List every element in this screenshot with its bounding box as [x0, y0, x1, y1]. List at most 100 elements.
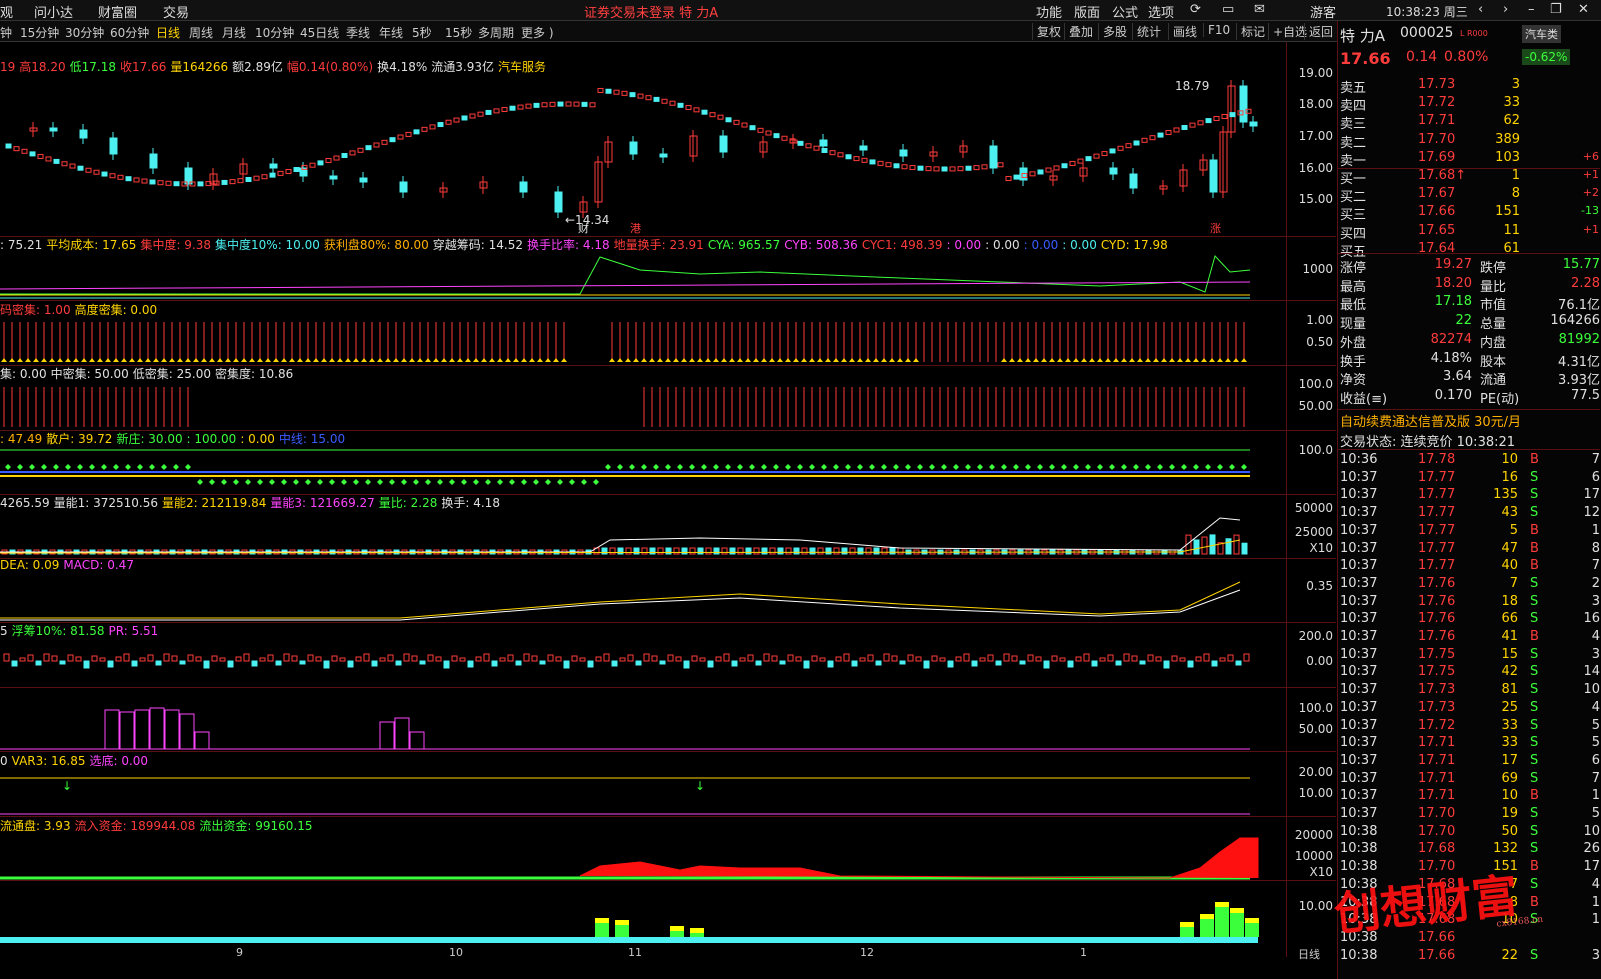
menu-item[interactable]: 公式	[1112, 2, 1138, 21]
menu-item[interactable]: 选项	[1148, 2, 1174, 21]
tick-price: 17.68	[1418, 841, 1455, 856]
axis-label: 25000	[1295, 525, 1333, 539]
dense-marker	[905, 358, 911, 362]
retail-dot	[485, 479, 491, 485]
lock-icon[interactable]: ▭	[1222, 2, 1234, 17]
retail-dot	[197, 479, 203, 485]
tool-button[interactable]: 标记	[1236, 23, 1265, 40]
period-tab[interactable]: 5秒	[412, 24, 432, 41]
panel-divider	[0, 687, 1336, 688]
tick-side: S	[1530, 487, 1538, 502]
forward-icon[interactable]: ›	[1503, 2, 1508, 17]
menu-item[interactable]: 功能	[1036, 2, 1062, 21]
user-label[interactable]: 游客	[1310, 2, 1336, 21]
candlestick	[814, 146, 819, 150]
float-bar	[20, 658, 25, 661]
candlestick	[558, 102, 563, 106]
orderbook-row[interactable]: 卖五 17.73 3	[1340, 77, 1600, 95]
trade-status: 交易状态: 连续竞价 10:38:21	[1340, 431, 1600, 449]
period-tab[interactable]: 更多 )	[521, 24, 554, 41]
float-bar	[76, 657, 81, 661]
date-axis-mode[interactable]: 日线	[1298, 946, 1320, 962]
tick-price: 17.72	[1418, 718, 1455, 733]
period-tab[interactable]: 60分钟	[110, 24, 149, 41]
tool-button[interactable]: 画线	[1168, 23, 1197, 40]
tool-button[interactable]: 复权	[1032, 23, 1061, 40]
candlestick	[734, 120, 739, 124]
minimize-icon[interactable]: –	[1528, 2, 1535, 17]
date-tick: 11	[628, 946, 642, 959]
float-bar	[772, 656, 777, 661]
dense-marker	[329, 358, 335, 362]
box-bar	[410, 732, 424, 749]
period-tab[interactable]: 30分钟	[65, 24, 104, 41]
period-tab[interactable]: 15秒	[445, 24, 472, 41]
menu-item[interactable]: 问小达	[34, 2, 73, 21]
quote-label: 市值	[1480, 294, 1506, 313]
mail-icon[interactable]: ✉	[1254, 2, 1265, 17]
sector-tag[interactable]: 汽车类	[1522, 25, 1561, 43]
dense-marker	[209, 358, 215, 362]
buy-arrow: ↓	[695, 779, 705, 793]
tick-count: 10	[1556, 824, 1600, 839]
tool-button[interactable]: F10	[1203, 23, 1230, 37]
period-tab[interactable]: 季线	[346, 24, 370, 41]
dense-marker	[257, 358, 263, 362]
back-icon[interactable]: ‹	[1478, 2, 1483, 17]
tool-button[interactable]: 多股	[1098, 23, 1127, 40]
period-tab[interactable]: 日线	[156, 24, 180, 41]
period-tab[interactable]: 年线	[379, 24, 403, 41]
orderbook-row[interactable]: 卖一 17.69 103 +6	[1340, 150, 1600, 168]
candlestick	[80, 130, 87, 138]
tool-button[interactable]: 统计	[1132, 23, 1161, 40]
dense-marker	[505, 358, 511, 362]
candlestick	[238, 179, 243, 183]
candlestick	[670, 101, 675, 105]
orderbook-row[interactable]: 卖二 17.70 389	[1340, 132, 1600, 150]
dense-marker	[1097, 358, 1103, 362]
candlestick	[742, 123, 747, 127]
dense-marker	[1177, 358, 1183, 362]
tool-button[interactable]: +自选	[1268, 23, 1307, 40]
tick-volume: 16	[1480, 470, 1518, 485]
menu-item[interactable]: 财富圈	[98, 2, 137, 21]
orderbook-row[interactable]: 卖三 17.71 62	[1340, 113, 1600, 131]
orderbook-row[interactable]: 卖四 17.72 33	[1340, 95, 1600, 113]
retail-dot	[521, 479, 527, 485]
tool-button[interactable]: 返回	[1304, 23, 1333, 40]
orderbook-row[interactable]: 买三 17.66 151 -13	[1340, 204, 1600, 222]
period-tab[interactable]: 月线	[222, 24, 246, 41]
period-tab[interactable]: 10分钟	[255, 24, 294, 41]
restore-icon[interactable]: ❐	[1550, 2, 1562, 17]
float-bar	[524, 654, 529, 661]
menu-item[interactable]: 观	[0, 2, 13, 21]
close-icon[interactable]: ✕	[1578, 2, 1589, 17]
dense-marker	[913, 358, 919, 362]
indicator-value: : 47.49	[0, 432, 42, 446]
period-tab[interactable]: 周线	[189, 24, 213, 41]
refresh-icon[interactable]: ⟳	[1190, 2, 1201, 17]
period-tab[interactable]: 15分钟	[20, 24, 59, 41]
retail-dot	[269, 479, 275, 485]
float-bar	[684, 661, 689, 668]
float-bar	[388, 655, 393, 661]
dense-marker	[649, 358, 655, 362]
volume-bar	[1234, 535, 1239, 554]
promo-banner[interactable]: 自动续费通达信普及版 30元/月	[1340, 411, 1600, 429]
panel-title: 5 浮筹10%: 81.58 PR: 5.51	[0, 622, 162, 639]
tick-time: 10:37	[1340, 470, 1377, 485]
stack-bar	[595, 918, 609, 923]
orderbook-row[interactable]: 买四 17.65 11 +1	[1340, 223, 1600, 241]
period-tab[interactable]: 钟	[0, 24, 12, 41]
tool-button[interactable]: 叠加	[1064, 23, 1093, 40]
menu-item[interactable]: 交易	[163, 2, 189, 21]
quote-value: 22	[1402, 313, 1472, 328]
retail-dot	[593, 479, 599, 485]
candlestick	[1110, 168, 1117, 174]
orderbook-row[interactable]: 买二 17.67 8 +2	[1340, 186, 1600, 204]
menu-item[interactable]: 版面	[1074, 2, 1100, 21]
orderbook-row[interactable]: 买一 17.68↑ 1 +1	[1340, 168, 1600, 186]
period-tab[interactable]: 45日线	[300, 24, 339, 41]
period-tab[interactable]: 多周期	[478, 24, 514, 41]
retail-dot	[509, 479, 515, 485]
